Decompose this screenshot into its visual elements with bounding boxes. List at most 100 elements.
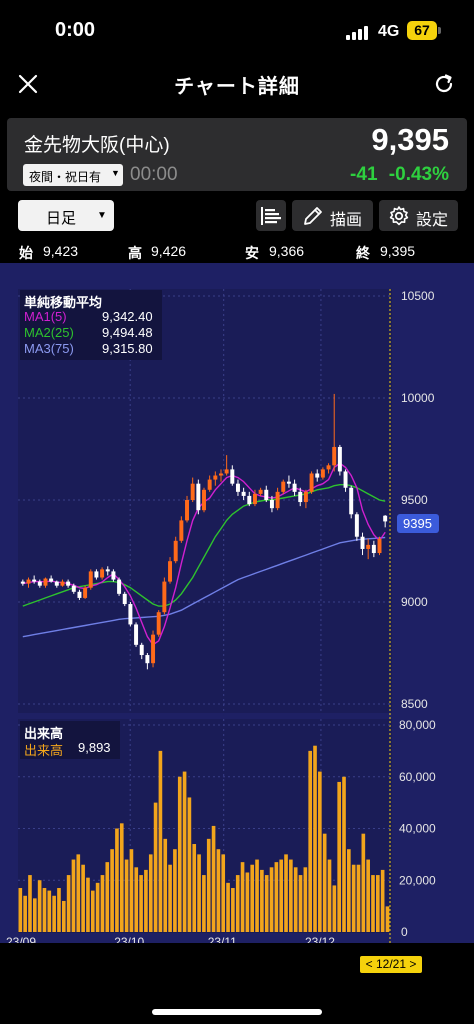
chart-toolbar: 日足 ▼ 描画 設定 <box>0 196 474 236</box>
candle-body <box>94 571 99 578</box>
volume-value: 9,893 <box>78 740 111 755</box>
close-label: 終 <box>356 245 370 261</box>
candle-body <box>309 473 314 492</box>
candle <box>151 630 156 668</box>
volume-bar <box>110 849 114 932</box>
candle-body <box>202 489 206 511</box>
volume-bar <box>177 776 182 932</box>
candle <box>122 591 127 607</box>
draw-button[interactable]: 描画 <box>292 200 373 231</box>
volume-bar <box>264 875 269 932</box>
candle-body <box>354 514 359 537</box>
candle <box>377 536 382 556</box>
battery-icon: 67 <box>407 21 437 40</box>
candle-body <box>343 471 348 488</box>
candle-body <box>179 520 184 541</box>
candle-body <box>235 483 240 492</box>
volume-bar <box>380 869 385 932</box>
candle-body <box>366 544 371 549</box>
chart-canvas[interactable]: 10500 10000 9500 9000 8500 23/09 23/10 23/11 23/… <box>0 263 474 943</box>
candle-body <box>207 479 212 490</box>
volume-label: 出来高 <box>24 743 64 758</box>
chart-area[interactable]: 10500 10000 9500 9000 8500 23/09 23/10 23/11 23/… <box>0 263 474 943</box>
candle-body <box>168 561 173 582</box>
quote-card: 金先物大阪(中心) 夜間・祝日有 ▼ 00:00 9,395 -41 -0.43… <box>7 118 467 191</box>
network-type: 4G <box>378 23 400 40</box>
price-tick-label: 10000 <box>401 391 435 405</box>
volume-bar <box>303 867 308 932</box>
page-title: チャート詳細 <box>174 76 300 98</box>
volume-bar <box>361 833 366 932</box>
date-cursor[interactable]: < 12/21 > <box>360 956 422 973</box>
price-tick-label: 8500 <box>401 697 428 711</box>
volume-bar <box>255 859 259 932</box>
volume-bar <box>376 875 380 932</box>
volume-bar <box>279 859 284 932</box>
refresh-icon[interactable] <box>432 72 456 96</box>
volume-bar <box>318 771 322 932</box>
candle-body <box>134 624 139 645</box>
candle-body <box>377 538 382 554</box>
volume-bar <box>47 890 52 932</box>
candle <box>281 479 286 494</box>
candle-body <box>100 569 105 578</box>
last-price: 9,395 <box>371 122 449 157</box>
volume-bar <box>356 864 361 932</box>
volume-bar <box>95 882 100 932</box>
volume-bar <box>289 859 293 932</box>
candle-body <box>241 491 246 496</box>
volume-bar <box>347 849 351 932</box>
candle-body <box>162 581 167 613</box>
session-select[interactable]: 夜間・祝日有 ▼ <box>23 164 123 186</box>
candle-body <box>371 544 376 554</box>
period-select[interactable]: 日足 ▼ <box>18 200 114 231</box>
low-label: 安 <box>245 245 259 261</box>
indicator-button[interactable] <box>256 200 286 231</box>
draw-label: 描画 <box>330 212 363 229</box>
candle <box>156 610 161 637</box>
candle-body <box>360 536 365 549</box>
candle-body <box>303 491 308 503</box>
volume-bar <box>284 854 288 932</box>
candle-body <box>71 585 76 592</box>
volume-bar <box>332 885 337 932</box>
candle <box>117 577 122 596</box>
volume-bar <box>235 875 240 932</box>
volume-bar <box>192 844 197 932</box>
session-label: 夜間・祝日有 <box>29 170 102 184</box>
candle-body <box>349 487 354 515</box>
volume-bar <box>216 849 221 932</box>
candle-body <box>286 481 291 484</box>
volume-bar <box>81 864 85 932</box>
candle <box>128 602 133 627</box>
volume-bar <box>144 869 148 932</box>
candle <box>337 444 342 476</box>
settings-button[interactable]: 設定 <box>379 200 458 231</box>
candle-body <box>111 571 116 580</box>
volume-bar <box>351 864 356 932</box>
volume-bar <box>134 867 139 932</box>
volume-bar <box>337 781 341 932</box>
volume-bar <box>260 869 264 932</box>
volume-bar <box>158 750 163 932</box>
candle-body <box>26 579 31 584</box>
volume-bar <box>211 825 216 932</box>
candle-body <box>258 489 263 494</box>
volume-bar <box>71 859 76 932</box>
candle-body <box>145 655 150 664</box>
candle-body <box>281 481 286 492</box>
candle-body <box>230 469 235 484</box>
candle-body <box>32 579 37 582</box>
volume-bar <box>66 875 71 932</box>
home-indicator <box>152 1009 322 1015</box>
volume-bar <box>240 862 245 932</box>
volume-bar <box>197 854 201 932</box>
candle-body <box>60 581 65 586</box>
volume-bar <box>153 802 158 932</box>
candle-body <box>117 579 122 594</box>
x-tick-label: 23/10 <box>114 935 144 943</box>
volume-bar <box>42 888 47 932</box>
volume-bar <box>76 854 81 932</box>
volume-bar <box>293 867 298 932</box>
candle-body <box>196 483 201 511</box>
